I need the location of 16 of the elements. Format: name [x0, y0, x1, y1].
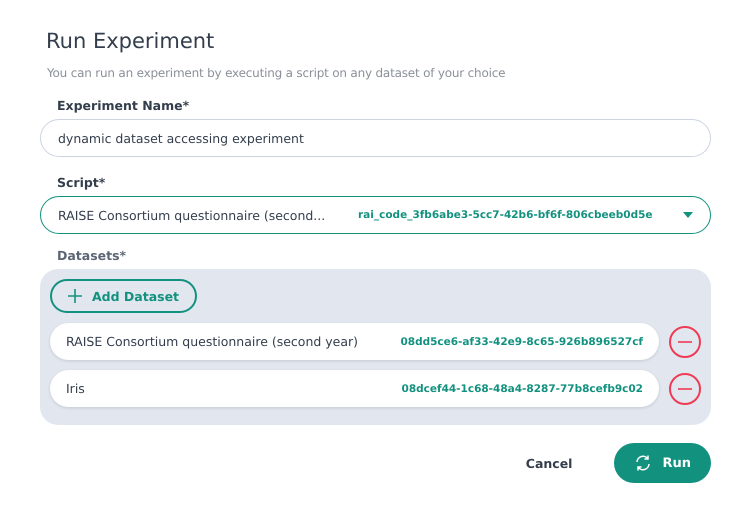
plus-icon: [68, 289, 82, 303]
field-label: Datasets*: [57, 248, 128, 263]
dialog-title: Run Experiment: [46, 28, 216, 55]
remove-icon[interactable]: [669, 372, 701, 404]
experiment-name-field[interactable]: dynamic dataset accessing experiment: [40, 119, 711, 157]
dialog-subtitle: You can run an experiment by executing a script on any dataset of your choice: [47, 66, 506, 80]
field-label: Script*: [57, 175, 106, 190]
refresh-icon: [634, 454, 652, 472]
field-label: Experiment Name*: [57, 98, 190, 113]
script-select[interactable]: RAISE Consortium questionnaire (second... rai_code_3fb6abe3-5cc7-42b6-bf6f-806cbeeb0d5e: [40, 196, 711, 234]
dataset-field[interactable]: RAISE Consortium questionnaire (second year) 08dd5ce6-af33-42e9-8c65-926b896527cf: [50, 323, 659, 360]
remove-icon[interactable]: [669, 326, 701, 358]
run-button[interactable]: Run: [614, 443, 711, 483]
caret-icon: [683, 212, 693, 218]
cancel-button[interactable]: Cancel: [520, 454, 578, 472]
dataset-field[interactable]: Iris 08dcef44-1c68-48a4-8287-77b8cefb9c02: [50, 370, 659, 407]
